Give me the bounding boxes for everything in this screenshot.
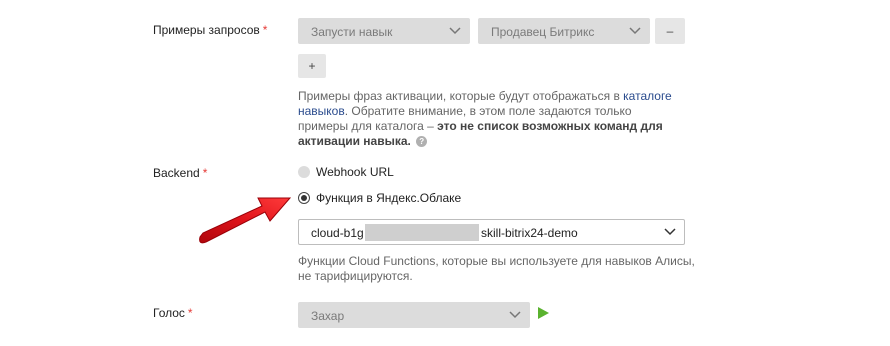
redacted-function-id: [365, 224, 479, 241]
add-example-button[interactable]: +: [298, 54, 326, 78]
chevron-down-icon: [449, 19, 461, 43]
red-arrow-annotation: [199, 197, 292, 244]
required-mark: *: [262, 23, 268, 37]
examples-label: Примеры запросов *: [153, 23, 268, 37]
chevron-down-icon: [629, 19, 641, 43]
help-icon[interactable]: ?: [416, 136, 428, 148]
examples-help-text: Примеры фраз активации, которые будут от…: [298, 89, 672, 148]
required-mark: *: [202, 166, 208, 180]
voice-label: Голос *: [153, 306, 193, 320]
remove-example-button[interactable]: –: [655, 18, 685, 44]
voice-select[interactable]: Захар: [298, 302, 530, 328]
play-voice-icon[interactable]: [538, 307, 549, 319]
cloud-functions-help-text: Функции Cloud Functions, которые вы испо…: [298, 254, 695, 283]
required-mark: *: [187, 306, 193, 320]
example-phrase-select-2[interactable]: Продавец Битрикс: [478, 18, 650, 44]
cloud-function-select[interactable]: cloud-b1g skill-bitrix24-demo: [298, 219, 685, 245]
example-phrase-select-1[interactable]: Запусти навык: [298, 18, 470, 44]
chevron-down-icon: [664, 220, 676, 244]
chevron-down-icon: [509, 303, 521, 327]
backend-label: Backend *: [153, 166, 208, 180]
radio-button-unselected[interactable]: [298, 166, 310, 178]
